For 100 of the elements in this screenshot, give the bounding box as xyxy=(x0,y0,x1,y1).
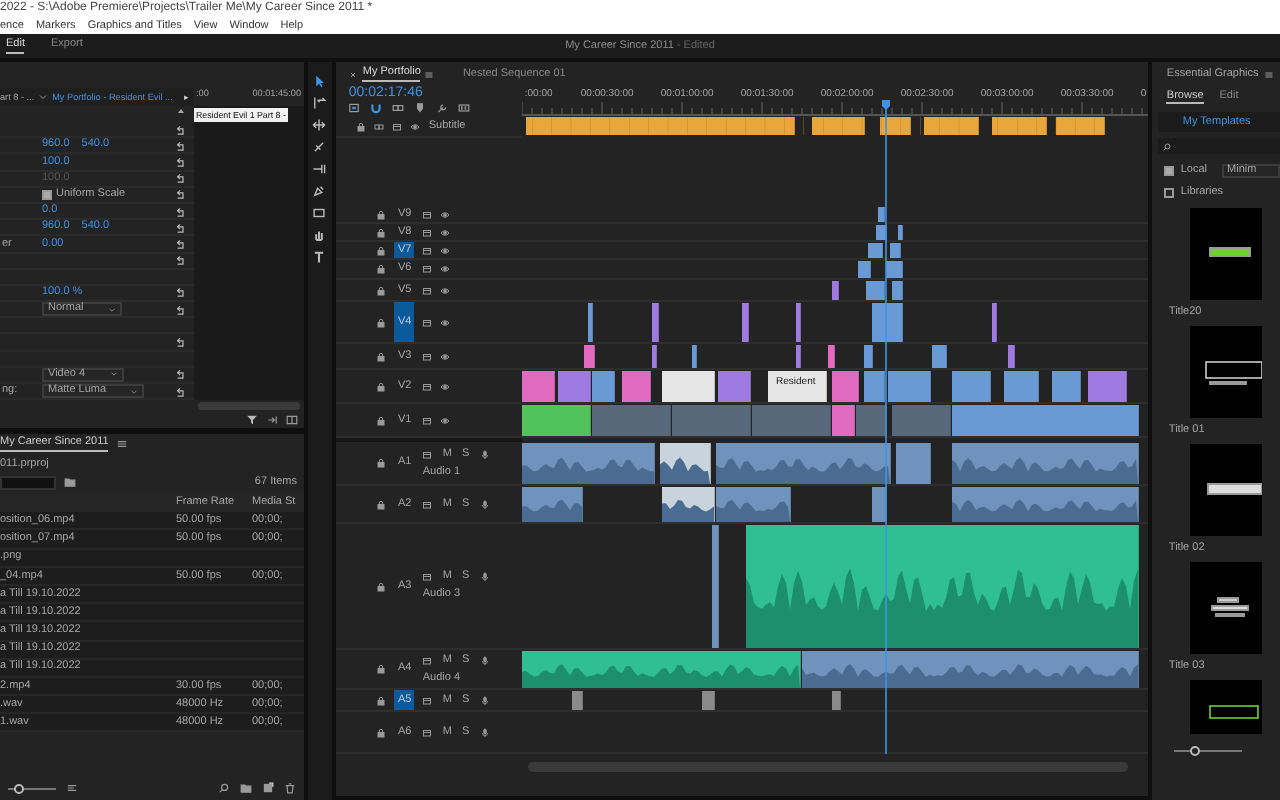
razor-icon[interactable] xyxy=(312,140,327,154)
film-icon[interactable] xyxy=(422,572,433,583)
lock-icon[interactable] xyxy=(376,351,387,361)
zoom-slider[interactable] xyxy=(8,783,56,793)
film-icon[interactable] xyxy=(422,285,433,295)
trim-icon[interactable] xyxy=(285,414,298,426)
selection-tool-icon[interactable] xyxy=(312,74,327,88)
snap-icon[interactable] xyxy=(370,102,383,114)
reset-icon[interactable] xyxy=(174,368,186,381)
close-icon[interactable] xyxy=(348,69,359,79)
ripple-edit-icon[interactable] xyxy=(312,118,327,132)
film-icon[interactable] xyxy=(422,264,433,274)
film-icon[interactable] xyxy=(422,245,433,255)
film-icon[interactable] xyxy=(422,317,433,327)
lock-icon[interactable] xyxy=(376,317,387,327)
reset-icon[interactable] xyxy=(174,123,186,136)
scrollbar[interactable] xyxy=(528,762,1129,772)
lock-icon[interactable] xyxy=(376,458,387,468)
search-field[interactable] xyxy=(1158,138,1280,154)
lock-icon[interactable] xyxy=(376,581,387,591)
film-icon[interactable] xyxy=(422,415,433,425)
playhead[interactable] xyxy=(882,100,891,756)
eye-icon[interactable] xyxy=(440,351,451,361)
reset-icon[interactable] xyxy=(174,303,186,316)
microphone-icon[interactable] xyxy=(479,499,490,509)
eye-icon[interactable] xyxy=(440,209,451,219)
microphone-icon[interactable] xyxy=(479,727,490,737)
eye-icon[interactable] xyxy=(440,245,451,255)
slip-icon[interactable] xyxy=(312,162,327,176)
film-icon[interactable] xyxy=(422,351,433,361)
eye-icon[interactable] xyxy=(440,264,451,274)
folder-icon[interactable] xyxy=(239,782,252,794)
lock-icon[interactable] xyxy=(376,727,387,737)
lock-icon[interactable] xyxy=(376,245,387,255)
film-icon[interactable] xyxy=(422,209,433,219)
film-icon[interactable] xyxy=(422,695,433,705)
film-icon[interactable] xyxy=(422,655,433,666)
search-icon[interactable] xyxy=(217,782,230,794)
marker-icon[interactable] xyxy=(414,102,427,114)
lock-icon[interactable] xyxy=(376,381,387,391)
film-icon[interactable] xyxy=(422,381,433,391)
reset-icon[interactable] xyxy=(174,254,186,267)
hand-icon[interactable] xyxy=(312,228,327,242)
menu-icon[interactable] xyxy=(1264,69,1275,79)
lock-icon[interactable] xyxy=(376,664,387,674)
eye-icon[interactable] xyxy=(440,317,451,327)
lock-icon[interactable] xyxy=(376,264,387,274)
menu-icon[interactable] xyxy=(116,438,129,450)
search-field[interactable] xyxy=(0,475,56,489)
lock-icon[interactable] xyxy=(376,415,387,425)
slider-thumb[interactable] xyxy=(13,783,24,793)
lock-icon[interactable] xyxy=(376,227,387,237)
reset-icon[interactable] xyxy=(174,188,186,201)
template-thumbnail[interactable] xyxy=(1190,680,1263,734)
template-thumbnail[interactable] xyxy=(1190,444,1263,536)
reset-icon[interactable] xyxy=(174,205,186,218)
microphone-icon[interactable] xyxy=(479,655,490,666)
reset-icon[interactable] xyxy=(174,237,186,250)
captions-icon[interactable] xyxy=(458,102,471,114)
checkbox[interactable] xyxy=(42,189,52,200)
rectangle-icon[interactable] xyxy=(312,206,327,220)
menu-icon[interactable] xyxy=(424,69,435,79)
lock-icon[interactable] xyxy=(356,121,367,131)
pen-icon[interactable] xyxy=(312,184,327,198)
checkbox[interactable] xyxy=(1164,166,1175,176)
film-icon[interactable] xyxy=(422,227,433,237)
film-icon[interactable] xyxy=(422,727,433,737)
template-thumbnail[interactable] xyxy=(1190,208,1263,300)
new-item-icon[interactable] xyxy=(261,782,274,794)
sync-icon[interactable] xyxy=(374,121,385,131)
lock-icon[interactable] xyxy=(376,285,387,295)
eye-icon[interactable] xyxy=(440,381,451,391)
caret-icon[interactable] xyxy=(38,92,49,102)
folder-icon[interactable] xyxy=(64,476,76,488)
trash-icon[interactable] xyxy=(283,782,296,794)
microphone-icon[interactable] xyxy=(479,449,490,460)
reset-icon[interactable] xyxy=(174,221,186,234)
reset-icon[interactable] xyxy=(174,139,186,152)
reset-icon[interactable] xyxy=(174,286,186,299)
eye-icon[interactable] xyxy=(440,227,451,237)
reset-icon[interactable] xyxy=(174,336,186,349)
export-icon[interactable] xyxy=(265,414,278,426)
template-thumbnail[interactable] xyxy=(1190,562,1263,654)
lock-icon[interactable] xyxy=(376,209,387,219)
eye-icon[interactable] xyxy=(410,121,421,131)
linked-selection-icon[interactable] xyxy=(392,102,405,114)
checkbox[interactable] xyxy=(1164,188,1175,198)
slider-thumb[interactable] xyxy=(1189,746,1200,756)
lock-icon[interactable] xyxy=(376,499,387,509)
track-select-icon[interactable] xyxy=(312,96,327,110)
template-thumbnail[interactable] xyxy=(1190,326,1263,418)
film-icon[interactable] xyxy=(392,121,403,131)
reset-icon[interactable] xyxy=(174,155,186,168)
type-tool-icon[interactable] xyxy=(312,250,327,264)
microphone-icon[interactable] xyxy=(479,572,490,583)
film-icon[interactable] xyxy=(422,499,433,509)
lock-icon[interactable] xyxy=(376,695,387,705)
eye-icon[interactable] xyxy=(440,285,451,295)
film-icon[interactable] xyxy=(422,449,433,460)
wrench-icon[interactable] xyxy=(436,102,449,114)
